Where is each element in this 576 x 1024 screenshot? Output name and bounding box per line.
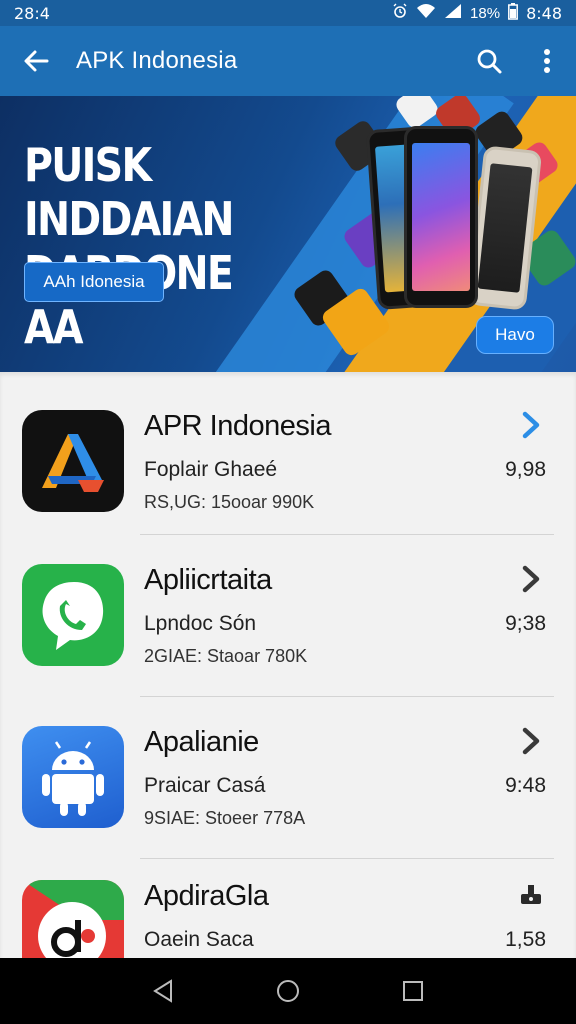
arrow-left-icon <box>24 50 49 72</box>
banner-headline: PUISK INDDAIAN DABDONE AA <box>24 138 299 354</box>
system-nav-bar <box>0 958 576 1024</box>
download-icon <box>521 885 541 904</box>
promo-banner[interactable]: PUISK INDDAIAN DABDONE AA AAh Idonesia H… <box>0 96 576 372</box>
battery-percent: 18% <box>470 4 501 22</box>
triangle-back-icon <box>152 979 172 1003</box>
banner-tag-button[interactable]: AAh Idonesia <box>24 262 164 302</box>
square-recents-icon <box>403 981 424 1001</box>
app-version: 9:48 <box>505 774 546 797</box>
circle-home-icon <box>276 980 299 1002</box>
app-meta: 9SIAE: Stoeer 778A <box>144 808 306 828</box>
chevron-right-icon <box>522 727 540 755</box>
status-time-left: 28:4 <box>14 3 50 23</box>
page-title: APK Indonesia <box>76 47 238 74</box>
app-version: 9,98 <box>505 458 546 481</box>
screen: 28:4 18% 8:48 APK Indonesia PUISK INDDAI… <box>0 0 576 1024</box>
app-name: APR Indonesia <box>144 410 331 442</box>
open-button[interactable] <box>516 564 546 594</box>
app-version: 9;38 <box>505 612 546 635</box>
chevron-right-icon <box>522 565 540 593</box>
list-item[interactable]: Apliicrtaita Lpndoc Són 2GIAE: Staoar 78… <box>0 526 576 686</box>
app-icon <box>22 880 124 958</box>
search-button[interactable] <box>460 26 518 96</box>
download-button[interactable] <box>516 880 546 910</box>
back-button[interactable] <box>0 26 72 96</box>
app-subtitle: Foplair Ghaeé <box>144 458 278 481</box>
nav-recents-button[interactable] <box>383 961 443 1021</box>
search-icon <box>477 49 502 74</box>
android-icon <box>42 741 104 816</box>
app-subtitle: Praicar Casá <box>144 774 266 797</box>
banner-headline-line1: PUISK INDDAIAN <box>24 138 235 246</box>
chat-bubble-icon <box>42 582 104 650</box>
list-item[interactable]: APR Indonesia Foplair Ghaeé RS,UG: 15ooa… <box>0 372 576 532</box>
app-name: Apliicrtaita <box>144 564 272 596</box>
status-bar: 28:4 18% 8:48 <box>0 0 576 26</box>
app-icon <box>22 726 124 828</box>
overflow-menu-button[interactable] <box>518 26 576 96</box>
status-icons: 18% 8:48 <box>392 2 562 24</box>
battery-icon <box>508 2 519 24</box>
app-subtitle: Oaein Saca <box>144 928 254 951</box>
app-meta: RS,UG: 15ooar 990K <box>144 492 315 512</box>
open-button[interactable] <box>516 726 546 756</box>
chevron-right-icon <box>522 411 540 439</box>
app-version: 1,58 <box>505 928 546 951</box>
list-item[interactable]: ApdiraGla Oaein Saca 1,58 <box>0 842 576 958</box>
banner-more-button[interactable]: Havo <box>476 316 554 354</box>
app-subtitle: Lpndoc Són <box>144 612 257 635</box>
wifi-icon <box>416 3 436 23</box>
app-name: ApdiraGla <box>144 880 269 912</box>
list-item[interactable]: Apalianie Praicar Casá 9SIAE: Stoeer 778… <box>0 688 576 848</box>
apk-logo-icon <box>42 434 104 492</box>
alarm-icon <box>392 3 408 23</box>
more-vertical-icon <box>544 49 550 73</box>
nav-home-button[interactable] <box>258 961 318 1021</box>
app-meta: 2GIAE: Staoar 780K <box>144 646 308 666</box>
app-name: Apalianie <box>144 726 259 758</box>
app-bar: APK Indonesia <box>0 26 576 96</box>
signal-icon <box>444 3 462 23</box>
phone-image <box>404 126 478 308</box>
status-time-right: 8:48 <box>526 3 562 23</box>
app-icon <box>22 564 124 666</box>
app-icon <box>22 410 124 512</box>
nav-back-button[interactable] <box>133 961 193 1021</box>
app-logo-icon <box>22 880 124 958</box>
app-list: APR Indonesia Foplair Ghaeé RS,UG: 15ooa… <box>0 372 576 958</box>
open-button[interactable] <box>516 410 546 440</box>
